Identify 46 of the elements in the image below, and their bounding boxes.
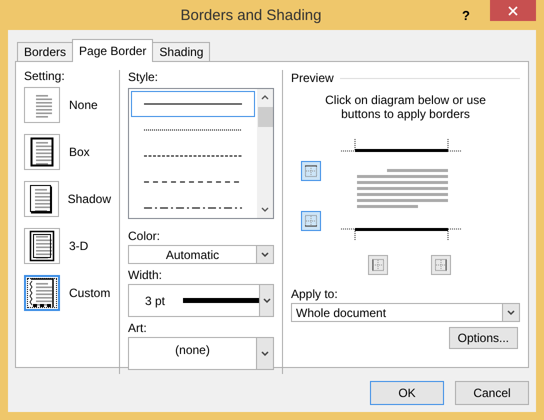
tab[interactable]: Borders bbox=[17, 42, 74, 61]
field-label: Width: bbox=[128, 268, 164, 282]
scroll-thumb[interactable] bbox=[258, 107, 272, 127]
border-grid-icon bbox=[304, 164, 318, 178]
option-label: 3-D bbox=[69, 239, 88, 253]
color-dropdown[interactable]: Automatic bbox=[128, 245, 274, 264]
field-label: Color: bbox=[128, 229, 162, 243]
field-label: Art: bbox=[128, 321, 148, 335]
tab[interactable]: Shading bbox=[152, 42, 210, 61]
art-dropdown[interactable]: (none) bbox=[128, 337, 274, 370]
width-dropdown[interactable]: 3 pt bbox=[128, 284, 274, 317]
border-grid-icon bbox=[434, 258, 448, 272]
setting-option[interactable] bbox=[24, 134, 60, 170]
option-label: Box bbox=[69, 145, 90, 159]
option-label: None bbox=[69, 98, 98, 112]
dropdown-value: 3 pt bbox=[145, 294, 166, 308]
close-icon bbox=[508, 6, 518, 16]
ok-button[interactable]: OK bbox=[370, 381, 444, 405]
page-border-icon bbox=[27, 230, 57, 262]
border-toggle-button[interactable] bbox=[368, 255, 388, 275]
border-grid-icon bbox=[304, 214, 318, 228]
setting-option[interactable] bbox=[24, 228, 60, 264]
group-label: Preview bbox=[291, 71, 334, 85]
page-border-icon bbox=[27, 277, 57, 309]
border-toggle-button[interactable] bbox=[301, 161, 321, 181]
close-button[interactable] bbox=[490, 0, 536, 21]
options-button[interactable]: Options... bbox=[448, 327, 518, 349]
setting-option[interactable] bbox=[24, 181, 59, 217]
help-button[interactable]: ? bbox=[462, 8, 470, 22]
window-title: Borders and Shading bbox=[180, 6, 322, 24]
tab[interactable]: Page Border bbox=[72, 39, 154, 62]
border-toggle-button[interactable] bbox=[301, 211, 321, 231]
line-style-option[interactable] bbox=[131, 91, 255, 117]
section-label: Style: bbox=[128, 70, 160, 84]
scrollbar[interactable] bbox=[257, 89, 273, 218]
instruction-text: Click on diagram below or use buttons to apply borders bbox=[324, 93, 487, 121]
style-list[interactable] bbox=[128, 88, 274, 219]
apply-to-dropdown[interactable]: Whole document bbox=[291, 303, 520, 322]
border-grid-icon bbox=[371, 258, 385, 272]
option-label: Shadow bbox=[68, 192, 111, 206]
setting-option[interactable] bbox=[24, 275, 60, 311]
option-label: Custom bbox=[69, 286, 110, 300]
border-toggle-button[interactable] bbox=[431, 255, 451, 275]
section-label: Setting: bbox=[24, 69, 66, 83]
cancel-button[interactable]: Cancel bbox=[455, 381, 529, 405]
field-label: Apply to: bbox=[291, 287, 339, 301]
